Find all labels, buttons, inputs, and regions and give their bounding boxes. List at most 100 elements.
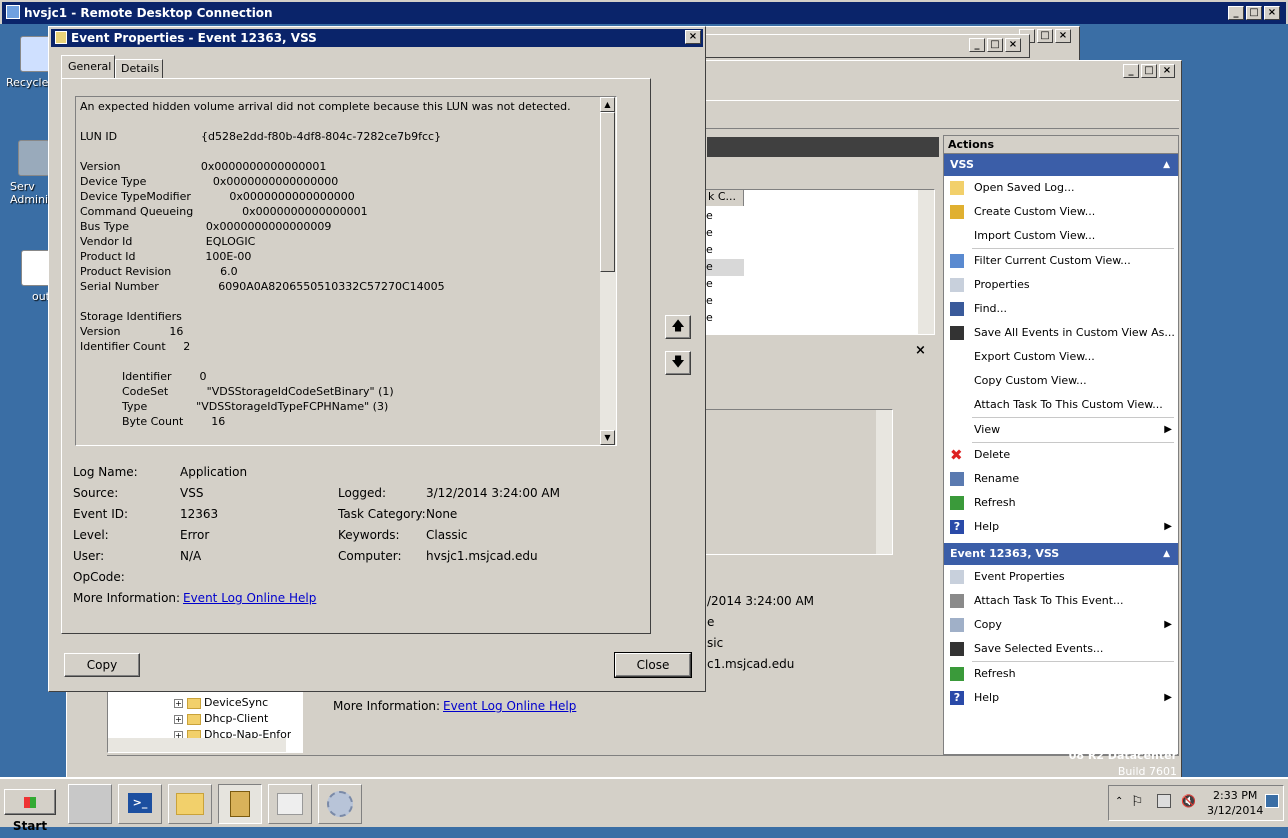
list-item[interactable]: e: [706, 225, 746, 242]
action-item[interactable]: Save All Events in Custom View As...: [944, 321, 1178, 345]
settings-task-icon[interactable]: [318, 784, 362, 824]
dialog-close-button[interactable]: ×: [685, 30, 701, 44]
save-icon: [950, 326, 964, 340]
actions-section-vss[interactable]: VSS ▲: [944, 154, 1178, 176]
list-item[interactable]: e: [706, 276, 746, 293]
tree-hscrollbar[interactable]: [108, 738, 286, 752]
actions-panel: Actions VSS ▲ Open Saved Log... Create Cus…: [943, 135, 1179, 755]
tray-expand-icon[interactable]: ⌃: [1115, 796, 1123, 807]
list-scrollbar[interactable]: [918, 190, 934, 334]
maximize-button[interactable]: □: [987, 38, 1003, 52]
action-item[interactable]: Refresh: [944, 491, 1178, 515]
action-label: Find...: [974, 302, 1008, 315]
list-item[interactable]: e: [706, 293, 746, 310]
rdp-icon: [6, 5, 20, 19]
action-item[interactable]: Copy Custom View...: [944, 369, 1178, 393]
action-center-flag-icon[interactable]: ⚐: [1131, 794, 1144, 810]
copy-icon: [950, 618, 964, 632]
more-info-link[interactable]: Event Log Online Help: [183, 591, 316, 605]
action-item[interactable]: Import Custom View...: [944, 224, 1178, 248]
collapse-icon[interactable]: ▲: [1163, 543, 1170, 565]
submenu-arrow-icon: ▶: [1164, 424, 1172, 435]
events-list[interactable]: k C... e e e e e e e: [703, 189, 935, 335]
action-item[interactable]: Rename: [944, 467, 1178, 491]
next-event-button[interactable]: 🡇: [665, 351, 691, 375]
preview-scrollbar[interactable]: [876, 410, 892, 554]
server-manager-shortcut[interactable]: Serv Administ: [4, 140, 58, 206]
list-item-selected[interactable]: e: [706, 259, 744, 276]
action-item[interactable]: Export Custom View...: [944, 345, 1178, 369]
action-label: Event Properties: [974, 570, 1065, 583]
action-item[interactable]: Attach Task To This Event...: [944, 589, 1178, 613]
event-message-box: An expected hidden volume arrival did no…: [75, 96, 617, 446]
clock-date[interactable]: 3/12/2014: [1207, 804, 1263, 817]
scroll-thumb[interactable]: [600, 112, 615, 272]
action-item[interactable]: Attach Task To This Custom View...: [944, 393, 1178, 417]
volume-muted-icon[interactable]: 🔇: [1181, 794, 1196, 808]
action-item[interactable]: View ▶: [944, 418, 1178, 442]
tree-item-label: DeviceSync: [204, 696, 269, 709]
tree-item[interactable]: + DeviceSync: [174, 696, 268, 712]
submenu-arrow-icon: ▶: [1164, 692, 1172, 703]
tab-details[interactable]: Details: [115, 59, 163, 79]
message-scrollbar[interactable]: ▲ ▼: [600, 97, 616, 445]
action-item[interactable]: Save Selected Events...: [944, 637, 1178, 661]
copy-button[interactable]: Copy: [64, 653, 140, 677]
dialog-title-bar: Event Properties - Event 12363, VSS ×: [51, 29, 703, 47]
status-bar: [107, 755, 1179, 775]
action-item[interactable]: Filter Current Custom View...: [944, 249, 1178, 273]
scroll-up-button[interactable]: ▲: [600, 97, 615, 112]
minimize-button[interactable]: _: [1228, 6, 1244, 20]
action-item[interactable]: Event Properties: [944, 565, 1178, 589]
action-item[interactable]: Create Custom View...: [944, 200, 1178, 224]
action-label: Import Custom View...: [974, 229, 1096, 242]
action-item[interactable]: Properties: [944, 273, 1178, 297]
preview-close-icon[interactable]: ×: [915, 343, 926, 358]
list-item[interactable]: e: [706, 208, 746, 225]
expand-icon[interactable]: +: [174, 715, 183, 724]
action-item[interactable]: Copy ▶: [944, 613, 1178, 637]
expand-icon[interactable]: +: [174, 699, 183, 708]
action-item[interactable]: Find...: [944, 297, 1178, 321]
previous-event-button[interactable]: 🡅: [665, 315, 691, 339]
close-button[interactable]: ×: [1264, 6, 1280, 20]
user-value: N/A: [180, 549, 202, 563]
close-dialog-button[interactable]: Close: [614, 652, 692, 678]
powershell-task-icon[interactable]: >_: [118, 784, 162, 824]
minimize-button[interactable]: _: [969, 38, 985, 52]
maximize-button[interactable]: □: [1037, 29, 1053, 43]
start-button[interactable]: Start: [4, 789, 56, 833]
network-icon[interactable]: [1157, 794, 1171, 808]
event-viewer-task-icon[interactable]: [218, 784, 262, 824]
list-item[interactable]: e: [706, 310, 746, 327]
close-button[interactable]: ×: [1159, 64, 1175, 78]
tab-general[interactable]: General: [61, 55, 115, 79]
explorer-task-icon[interactable]: [168, 784, 212, 824]
arrow-down-icon: 🡇: [671, 355, 685, 370]
action-item[interactable]: Open Saved Log...: [944, 176, 1178, 200]
close-button[interactable]: ×: [1005, 38, 1021, 52]
maximize-button[interactable]: □: [1141, 64, 1157, 78]
event-message-text: An expected hidden volume arrival did no…: [80, 99, 596, 429]
minimize-button[interactable]: _: [1123, 64, 1139, 78]
system-tray: ⌃ ⚐ 🔇 2:33 PM 3/12/2014: [1108, 785, 1284, 821]
collapse-icon[interactable]: ▲: [1163, 154, 1170, 176]
action-item[interactable]: ? Help ▶: [944, 515, 1178, 539]
tree-item[interactable]: + Dhcp-Client: [174, 712, 268, 728]
network-task-icon[interactable]: [268, 784, 312, 824]
scroll-down-button[interactable]: ▼: [600, 430, 615, 445]
list-item[interactable]: e: [706, 242, 746, 259]
column-header[interactable]: k C...: [704, 190, 744, 206]
show-desktop-button[interactable]: [1265, 794, 1279, 808]
server-manager-task-icon[interactable]: [68, 784, 112, 824]
actions-section-event[interactable]: Event 12363, VSS ▲: [944, 543, 1178, 565]
action-label: Save Selected Events...: [974, 642, 1104, 655]
preview-more-info-link[interactable]: Event Log Online Help: [443, 699, 576, 713]
close-button[interactable]: ×: [1055, 29, 1071, 43]
actions-list-2: Event Properties Attach Task To This Even…: [944, 565, 1178, 710]
action-item[interactable]: ? Help ▶: [944, 686, 1178, 710]
maximize-button[interactable]: □: [1246, 6, 1262, 20]
action-item[interactable]: Refresh: [944, 662, 1178, 686]
action-item[interactable]: ✖ Delete: [944, 443, 1178, 467]
clock-time[interactable]: 2:33 PM: [1213, 789, 1257, 802]
